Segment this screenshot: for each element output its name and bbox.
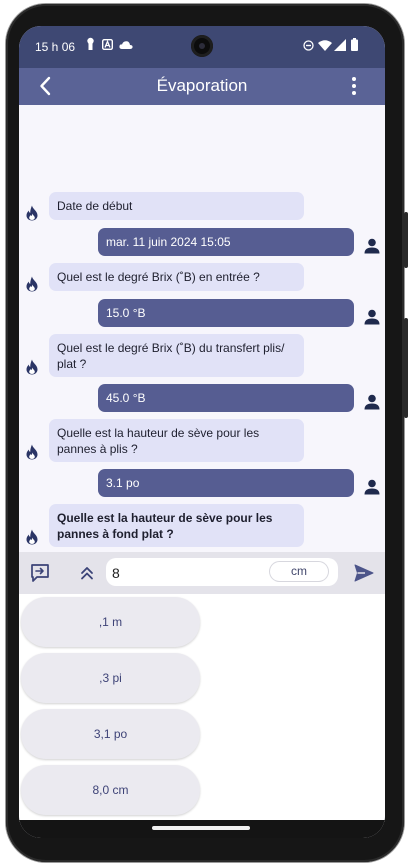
person-icon: [364, 238, 380, 254]
user-message: 45.0 °B: [98, 384, 354, 412]
user-message: mar. 11 juin 2024 15:05: [98, 228, 354, 256]
flame-icon: [26, 359, 38, 375]
flame-icon: [26, 205, 38, 221]
suggestion-chip[interactable]: 3,1 po: [21, 709, 200, 759]
bot-message: Quelle est la hauteur de sève pour les p…: [49, 419, 304, 462]
more-vertical-icon: [352, 77, 356, 81]
user-message: 3.1 po: [98, 469, 354, 497]
flame-icon: [26, 276, 38, 292]
suggestion-list: ,1 m ,3 pi 3,1 po 8,0 cm: [19, 594, 385, 822]
user-message: 15.0 °B: [98, 299, 354, 327]
power-button: [404, 212, 408, 268]
battery-icon: [351, 38, 358, 51]
bot-message: Date de début: [49, 192, 304, 220]
flame-icon: [26, 444, 38, 460]
unit-selector-button[interactable]: cm: [270, 562, 328, 581]
send-icon: [354, 564, 374, 582]
overflow-menu-button[interactable]: [347, 75, 361, 97]
show-question-button[interactable]: [29, 562, 51, 584]
wifi-icon: [318, 40, 332, 51]
a-badge-icon: [102, 39, 113, 50]
person-icon: [364, 479, 380, 495]
chat-area: Date de début mar. 11 juin 2024 15:05 Qu…: [19, 105, 385, 552]
flame-icon: [26, 529, 38, 545]
send-button[interactable]: [354, 564, 374, 582]
do-not-disturb-icon: [303, 40, 314, 51]
app-bar: Évaporation: [19, 68, 385, 105]
answer-input-value: 8: [112, 565, 120, 581]
signal-icon: [334, 39, 346, 51]
person-icon: [364, 309, 380, 325]
comment-arrow-icon: [31, 564, 49, 582]
input-bar: 8 cm: [19, 552, 385, 594]
volume-button: [404, 318, 408, 418]
active-question: Quelle est la hauteur de sève pour les p…: [49, 504, 304, 547]
bot-message: Quel est le degré Brix (˚B) en entrée ?: [49, 263, 304, 291]
expand-suggestions-button[interactable]: [77, 563, 97, 583]
keyhole-icon: [87, 37, 94, 50]
system-nav-bar: [19, 820, 385, 838]
status-time: 15 h 06: [35, 40, 76, 54]
answer-input[interactable]: 8 cm: [106, 558, 338, 586]
home-gesture-handle[interactable]: [152, 826, 250, 830]
bot-message: Quel est le degré Brix (˚B) du transfert…: [49, 334, 304, 377]
suggestion-chip[interactable]: ,1 m: [21, 597, 200, 647]
status-bar: 15 h 06: [19, 26, 385, 68]
screen: 15 h 06 Évaporation Date de début mar. 1…: [19, 26, 385, 838]
double-chevron-up-icon: [81, 567, 93, 580]
suggestion-chip[interactable]: ,3 pi: [21, 653, 200, 703]
suggestion-chip[interactable]: 8,0 cm: [21, 765, 200, 815]
person-icon: [364, 394, 380, 410]
page-title: Évaporation: [156, 76, 248, 95]
cloud-icon: [119, 41, 133, 49]
front-camera: [191, 35, 213, 57]
